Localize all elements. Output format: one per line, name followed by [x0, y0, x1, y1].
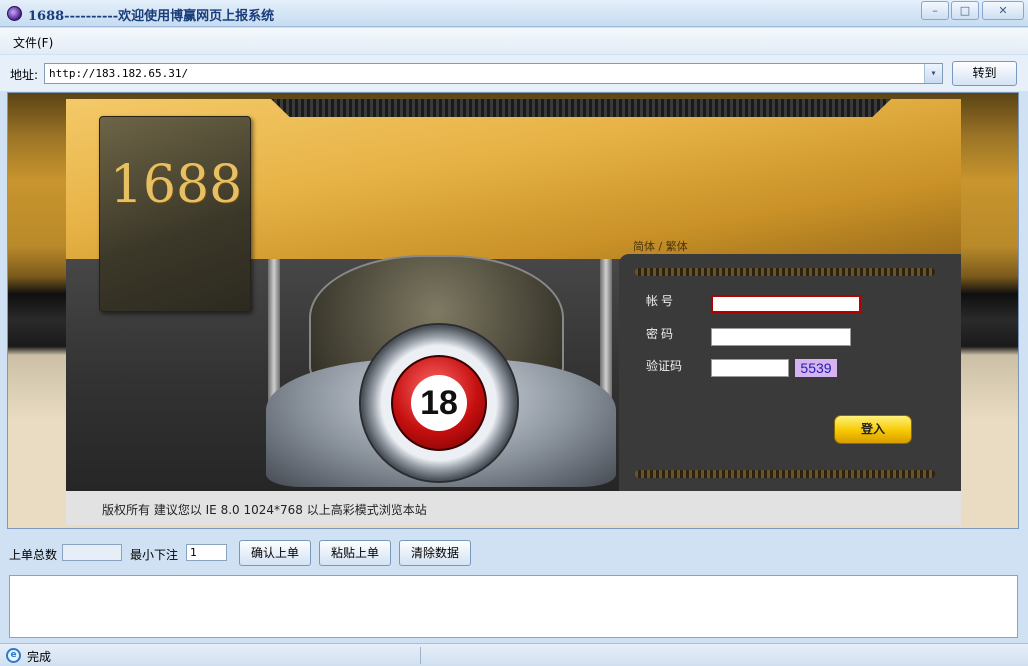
lang-simplified-link[interactable]: 简体: [633, 240, 655, 253]
captcha-label: 验证码: [646, 359, 683, 373]
menu-bar: 文件(F): [0, 28, 1028, 54]
login-page: 1688 简体 / 繁体 18 帐号 密码 验证码 5539 登入 版权所有 建…: [66, 99, 961, 525]
app-icon: [7, 6, 22, 21]
log-textarea[interactable]: [9, 575, 1018, 638]
lottery-ball: 18: [391, 355, 487, 451]
account-input[interactable]: [711, 295, 861, 313]
total-label: 上单总数: [9, 548, 58, 562]
login-button[interactable]: 登入: [834, 415, 912, 444]
close-button[interactable]: ✕: [982, 1, 1024, 20]
address-bar: 地址: http://183.182.65.31/ ▾ 转到: [0, 55, 1028, 91]
page-footer: 版权所有 建议您以 IE 8.0 1024*768 以上高彩模式浏览本站: [66, 491, 961, 525]
site-logo: 1688: [99, 116, 251, 312]
total-field[interactable]: [62, 544, 122, 561]
window-title: 1688----------欢迎使用博赢网页上报系统: [28, 9, 275, 24]
panel-strip-top: [635, 268, 935, 276]
ball-number: 18: [411, 375, 467, 431]
go-button[interactable]: 转到: [952, 61, 1017, 86]
captcha-input[interactable]: [711, 359, 789, 377]
language-switch: 简体 / 繁体: [633, 238, 688, 254]
order-controls: 上单总数 最小下注 1 确认上单 粘贴上单 清除数据: [0, 532, 1028, 572]
address-input[interactable]: http://183.182.65.31/ ▾: [44, 63, 943, 84]
password-input[interactable]: [711, 328, 851, 346]
panel-strip-bottom: [635, 470, 935, 478]
status-bar: e 完成: [0, 643, 1028, 666]
maximize-button[interactable]: □: [951, 1, 979, 20]
ie-page-icon: e: [6, 648, 21, 663]
clear-data-button[interactable]: 清除数据: [399, 540, 471, 566]
captcha-image[interactable]: 5539: [795, 359, 837, 377]
browser-view: 1688 简体 / 繁体 18 帐号 密码 验证码 5539 登入 版权所有 建…: [7, 92, 1019, 529]
min-bet-label: 最小下注: [130, 548, 179, 562]
logo-text: 1688: [109, 155, 243, 215]
minimize-button[interactable]: –: [921, 1, 949, 20]
lang-separator: /: [655, 240, 666, 253]
ball-ring: 18: [359, 323, 519, 483]
login-panel: 帐号 密码 验证码 5539 登入: [619, 254, 961, 491]
banner-top-strip: [271, 99, 891, 117]
status-text: 完成: [27, 650, 52, 664]
address-dropdown-icon[interactable]: ▾: [924, 64, 942, 83]
lottery-machine-image: 18: [266, 255, 616, 491]
lang-traditional-link[interactable]: 繁体: [666, 240, 688, 253]
account-label: 帐号: [646, 294, 677, 308]
menu-file[interactable]: 文件(F): [13, 34, 53, 51]
address-url: http://183.182.65.31/: [49, 67, 189, 80]
footer-text: 版权所有 建议您以 IE 8.0 1024*768 以上高彩模式浏览本站: [102, 503, 427, 517]
password-label: 密码: [646, 327, 677, 341]
paste-order-button[interactable]: 粘贴上单: [319, 540, 391, 566]
min-bet-input[interactable]: 1: [186, 544, 227, 561]
confirm-order-button[interactable]: 确认上单: [239, 540, 311, 566]
title-bar: 1688----------欢迎使用博赢网页上报系统 – □ ✕: [0, 0, 1028, 27]
address-label: 地址:: [10, 68, 39, 82]
status-separator: [420, 647, 421, 664]
